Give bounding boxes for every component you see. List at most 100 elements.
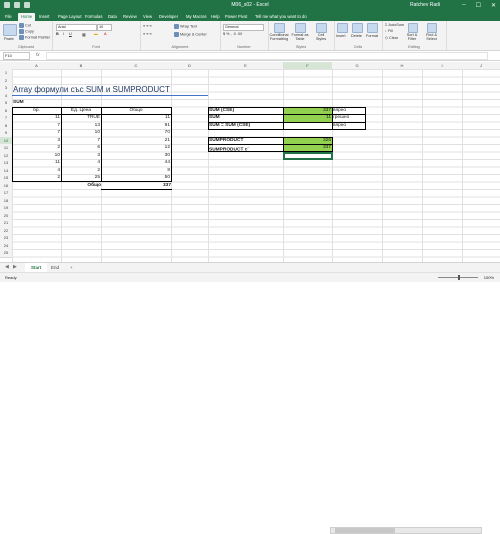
font-color-icon[interactable]: A bbox=[104, 32, 107, 36]
copy-button[interactable]: Copy bbox=[19, 29, 34, 34]
clipboard-group: Paste Cut Copy Format Painter Clipboard bbox=[0, 21, 53, 50]
tell-me-search[interactable]: Tell me what you want to do bbox=[252, 13, 310, 21]
borders-icon[interactable]: ▦ bbox=[82, 32, 86, 37]
total-label: Общо bbox=[87, 182, 101, 188]
sheet-tab-end[interactable]: End bbox=[45, 263, 65, 272]
insert-button[interactable]: Insert bbox=[336, 34, 346, 38]
tab-formulas[interactable]: Formulas bbox=[82, 13, 105, 21]
tab-help[interactable]: Help bbox=[208, 13, 223, 21]
tab-file[interactable]: File bbox=[2, 13, 15, 21]
format-as-table-button[interactable]: Format as Table bbox=[290, 33, 310, 41]
col-border-2 bbox=[101, 106, 102, 182]
fill-button[interactable]: ↓ Fill bbox=[385, 29, 393, 33]
scissors-icon bbox=[19, 23, 24, 28]
cell-styles-button[interactable]: Cell Styles bbox=[313, 33, 329, 41]
alignment-group: ≡ ≡ ≡ ≡ ≡ ≡ Wrap Text Merge & Center Ali… bbox=[140, 21, 221, 50]
number-label: Number bbox=[237, 45, 251, 49]
autosum-button[interactable]: Σ AutoSum bbox=[385, 23, 404, 27]
align-left-icon[interactable]: ≡ ≡ ≡ bbox=[143, 32, 152, 36]
conditional-formatting-icon[interactable] bbox=[274, 23, 285, 33]
section-label: SUM bbox=[13, 100, 24, 105]
italic-button[interactable]: I bbox=[63, 32, 64, 36]
clear-button[interactable]: ◇ Clear bbox=[385, 35, 398, 40]
fx-icon[interactable]: fx bbox=[36, 52, 40, 57]
tab-power-pivot[interactable]: Power Pivot bbox=[222, 13, 250, 21]
zoom-knob[interactable] bbox=[458, 275, 460, 280]
paste-icon[interactable] bbox=[3, 24, 17, 36]
alignment-label: Alignment bbox=[171, 45, 189, 49]
find-select-icon[interactable] bbox=[427, 23, 437, 33]
font-label: Font bbox=[92, 45, 100, 49]
cells-group: Insert Delete Format Cells bbox=[334, 21, 383, 50]
format-button[interactable]: Format bbox=[366, 34, 378, 38]
underline-button[interactable]: U bbox=[69, 32, 72, 36]
format-table-icon[interactable] bbox=[295, 23, 306, 33]
cells-label: Cells bbox=[353, 45, 363, 49]
tab-insert[interactable]: Insert bbox=[36, 13, 52, 21]
merge-icon bbox=[174, 32, 179, 37]
cut-button[interactable]: Cut bbox=[19, 23, 31, 28]
add-sheet-button[interactable]: + bbox=[64, 263, 79, 272]
editing-label: Editing bbox=[408, 45, 420, 49]
styles-group: Conditional Formatting Format as Table C… bbox=[268, 21, 335, 50]
tab-home[interactable]: Home bbox=[18, 13, 36, 21]
wrap-icon bbox=[174, 24, 179, 29]
number-format-select[interactable]: General bbox=[223, 24, 264, 31]
cell-styles-icon[interactable] bbox=[316, 23, 327, 33]
sumproduct-col-line bbox=[283, 136, 284, 152]
name-box[interactable]: F10 bbox=[3, 52, 30, 60]
tab-my-macros[interactable]: My Macros bbox=[183, 13, 209, 21]
tab-developer[interactable]: Developer bbox=[156, 13, 181, 21]
fill-color-icon[interactable]: ▬ bbox=[94, 32, 98, 36]
header-border bbox=[12, 113, 172, 115]
horizontal-scrollbar[interactable] bbox=[330, 527, 482, 534]
total-value: 337 bbox=[162, 182, 171, 188]
delete-button[interactable]: Delete bbox=[351, 34, 362, 38]
number-format-icons[interactable]: $ % , .0 .00 bbox=[223, 32, 242, 36]
scroll-thumb[interactable] bbox=[335, 528, 395, 533]
sort-filter-icon[interactable] bbox=[408, 23, 418, 33]
conditional-formatting-button[interactable]: Conditional Formatting bbox=[269, 33, 289, 41]
maximize-icon[interactable]: ☐ bbox=[476, 2, 481, 9]
format-painter-button[interactable]: Format Painter bbox=[19, 35, 50, 40]
tab-view[interactable]: View bbox=[140, 13, 155, 21]
sumproduct-row-line bbox=[208, 144, 333, 145]
checks-col-line-1 bbox=[283, 106, 284, 130]
delete-icon[interactable] bbox=[352, 23, 363, 33]
paste-button[interactable]: Paste bbox=[4, 37, 14, 41]
insert-icon[interactable] bbox=[337, 23, 348, 33]
col-border-1 bbox=[61, 106, 62, 182]
format-icon[interactable] bbox=[367, 23, 378, 33]
align-top-icon[interactable]: ≡ ≡ ≡ bbox=[143, 24, 152, 28]
font-size-select[interactable]: 10 bbox=[97, 24, 112, 31]
window-controls: – ☐ ✕ bbox=[462, 2, 496, 9]
sort-filter-button[interactable]: Sort & Filter bbox=[405, 33, 419, 41]
sheet-title: Array формули със SUM и SUMPRODUCT bbox=[13, 85, 170, 94]
tab-data[interactable]: Data bbox=[105, 13, 120, 21]
active-cell-cursor[interactable] bbox=[283, 151, 333, 160]
merge-center-button[interactable]: Merge & Center bbox=[174, 32, 207, 37]
user-name[interactable]: Ratchev Radi bbox=[410, 2, 440, 8]
worksheet-grid[interactable]: A B C D E F G H I J 1 2 3 4 5 6 7 8 9 10 11 12 13 14 1… bbox=[0, 62, 500, 262]
next-sheet-icon[interactable]: ▶ bbox=[13, 264, 17, 270]
clipboard-label: Clipboard bbox=[17, 45, 35, 49]
title-underline bbox=[12, 95, 208, 96]
bold-button[interactable]: B bbox=[56, 32, 59, 36]
prev-sheet-icon[interactable]: ◀ bbox=[5, 264, 9, 270]
editing-group: Σ AutoSum ↓ Fill ◇ Clear Sort & Filter F… bbox=[382, 21, 447, 50]
font-name-select[interactable]: Arial bbox=[56, 24, 97, 31]
checks-row-line-1 bbox=[208, 114, 366, 115]
checks-col-line-2 bbox=[332, 106, 333, 130]
tab-page-layout[interactable]: Page Layout bbox=[55, 13, 85, 21]
title-bar: M06_s02 - Excel Ratchev Radi – ☐ ✕ bbox=[0, 0, 500, 12]
ribbon-tabs: File Home Insert Page Layout Formulas Da… bbox=[0, 12, 500, 21]
formula-input[interactable] bbox=[46, 52, 488, 60]
close-icon[interactable]: ✕ bbox=[491, 2, 496, 9]
wrap-text-button[interactable]: Wrap Text bbox=[174, 24, 197, 29]
find-select-button[interactable]: Find & Select bbox=[424, 33, 439, 41]
tab-review[interactable]: Review bbox=[120, 13, 140, 21]
ribbon: Paste Cut Copy Format Painter Clipboard … bbox=[0, 21, 500, 51]
minimize-icon[interactable]: – bbox=[462, 2, 465, 9]
total-underline bbox=[101, 189, 172, 190]
formula-bar: F10 fx bbox=[0, 51, 500, 61]
